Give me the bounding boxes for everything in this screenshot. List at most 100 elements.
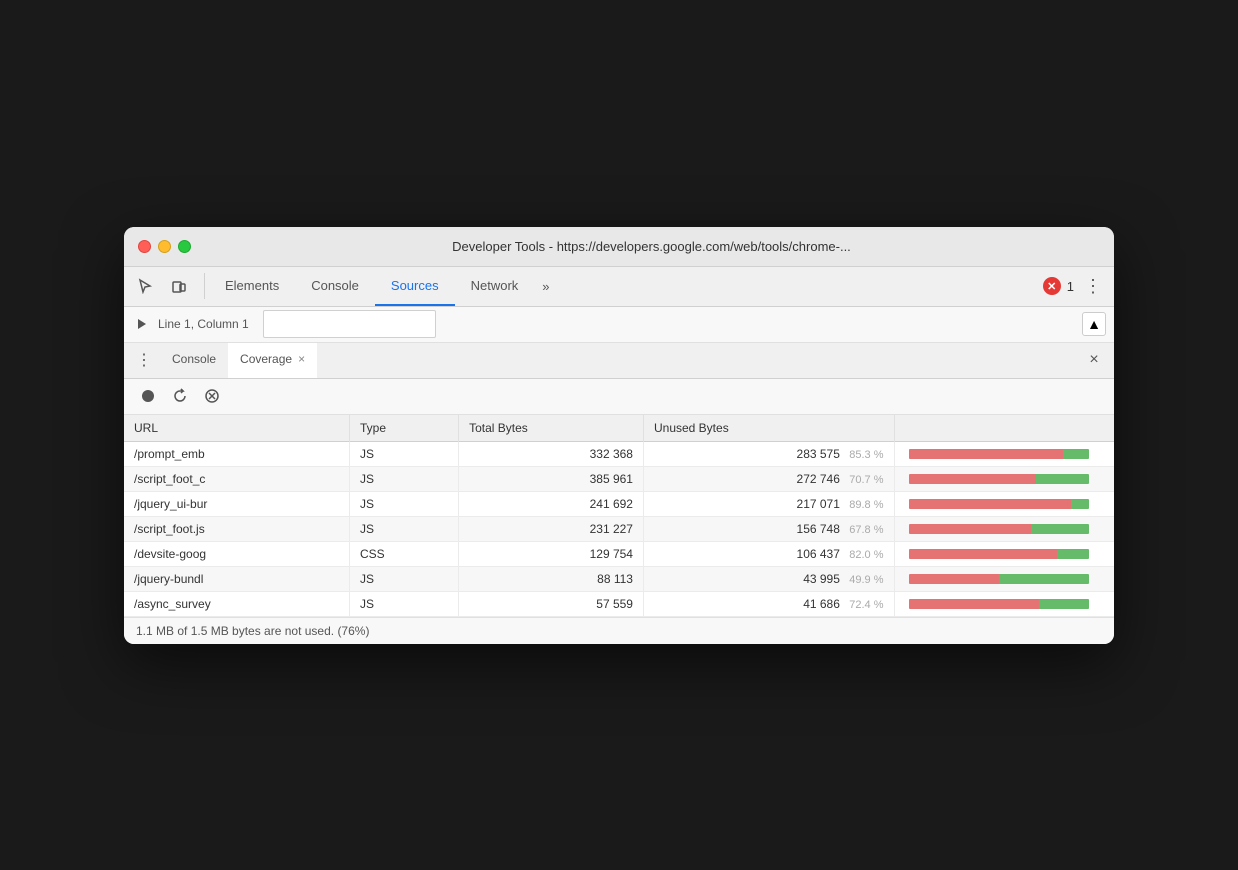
cell-pct: 72.4 % xyxy=(849,599,883,611)
inspect-icon[interactable] xyxy=(132,273,158,299)
cell-total: 57 559 xyxy=(459,591,644,616)
col-url: URL xyxy=(124,415,350,442)
table-row[interactable]: /jquery-bundl JS 88 113 43 995 49.9 % xyxy=(124,566,1114,591)
cell-bar xyxy=(894,441,1114,466)
drawer-tab-coverage[interactable]: Coverage × xyxy=(228,343,317,378)
usage-bar-container xyxy=(905,547,1105,561)
usage-bar xyxy=(909,574,1089,584)
device-toolbar-icon[interactable] xyxy=(166,273,192,299)
traffic-lights xyxy=(138,240,191,253)
tab-elements[interactable]: Elements xyxy=(209,267,295,306)
titlebar: Developer Tools - https://developers.goo… xyxy=(124,227,1114,267)
cell-pct: 85.3 % xyxy=(849,449,883,461)
toolbar-right: ✕ 1 ⋮ xyxy=(1043,276,1106,297)
cell-unused: 156 748 67.8 % xyxy=(643,516,894,541)
fullscreen-button[interactable] xyxy=(178,240,191,253)
table-row[interactable]: /script_foot.js JS 231 227 156 748 67.8 … xyxy=(124,516,1114,541)
cell-url: /jquery-bundl xyxy=(124,566,350,591)
usage-bar-container xyxy=(905,597,1105,611)
window-title: Developer Tools - https://developers.goo… xyxy=(203,239,1100,254)
cell-bar xyxy=(894,566,1114,591)
record-icon[interactable] xyxy=(136,384,160,408)
cell-pct: 49.9 % xyxy=(849,574,883,586)
drawer-menu-icon[interactable]: ⋮ xyxy=(132,348,156,372)
status-bar: 1.1 MB of 1.5 MB bytes are not used. (76… xyxy=(124,617,1114,644)
cell-total: 88 113 xyxy=(459,566,644,591)
devtools-menu-icon[interactable]: ⋮ xyxy=(1080,276,1106,297)
table-row[interactable]: /devsite-goog CSS 129 754 106 437 82.0 % xyxy=(124,541,1114,566)
used-bar-segment xyxy=(999,574,1089,584)
cell-type: JS xyxy=(350,591,459,616)
table-row[interactable]: /jquery_ui-bur JS 241 692 217 071 89.8 % xyxy=(124,491,1114,516)
tab-more[interactable]: » xyxy=(534,267,557,306)
used-bar-segment xyxy=(1039,599,1089,609)
cell-type: CSS xyxy=(350,541,459,566)
used-bar-segment xyxy=(1071,499,1089,509)
drawer-toolbar: ⋮ Console Coverage × × xyxy=(124,343,1114,379)
cell-type: JS xyxy=(350,466,459,491)
cell-bar xyxy=(894,466,1114,491)
cell-pct: 89.8 % xyxy=(849,499,883,511)
tab-network[interactable]: Network xyxy=(455,267,535,306)
unused-bar-segment xyxy=(909,474,1036,484)
coverage-tab-close-icon[interactable]: × xyxy=(298,353,305,365)
cell-bar xyxy=(894,491,1114,516)
cell-total: 385 961 xyxy=(459,466,644,491)
used-bar-segment xyxy=(1036,474,1089,484)
filter-input[interactable] xyxy=(263,310,436,338)
error-badge: ✕ xyxy=(1043,277,1061,295)
minimize-button[interactable] xyxy=(158,240,171,253)
cell-unused: 106 437 82.0 % xyxy=(643,541,894,566)
cell-url: /async_survey xyxy=(124,591,350,616)
cell-url: /jquery_ui-bur xyxy=(124,491,350,516)
table-row[interactable]: /script_foot_c JS 385 961 272 746 70.7 % xyxy=(124,466,1114,491)
coverage-table: URL Type Total Bytes Unused Bytes /promp… xyxy=(124,415,1114,617)
unused-bar-segment xyxy=(909,524,1031,534)
drawer-tabs: Console Coverage × xyxy=(160,343,317,378)
expand-drawer-icon[interactable]: ▲ xyxy=(1082,312,1106,336)
tab-console[interactable]: Console xyxy=(295,267,375,306)
drawer-close-icon[interactable]: × xyxy=(1082,348,1106,372)
devtools-toolbar: Elements Console Sources Network » ✕ 1 ⋮ xyxy=(124,267,1114,307)
main-tabs: Elements Console Sources Network » xyxy=(209,267,558,306)
cell-pct: 70.7 % xyxy=(849,474,883,486)
clear-icon[interactable] xyxy=(200,384,224,408)
usage-bar xyxy=(909,499,1089,509)
cell-bar xyxy=(894,591,1114,616)
used-bar-segment xyxy=(1031,524,1089,534)
cell-url: /devsite-goog xyxy=(124,541,350,566)
sources-toolbar-right: ▲ xyxy=(1082,312,1106,336)
col-bar xyxy=(894,415,1114,442)
used-bar-segment xyxy=(1063,449,1089,459)
table-row[interactable]: /prompt_emb JS 332 368 283 575 85.3 % xyxy=(124,441,1114,466)
unused-bar-segment xyxy=(909,574,999,584)
cell-total: 129 754 xyxy=(459,541,644,566)
status-text: 1.1 MB of 1.5 MB bytes are not used. (76… xyxy=(136,624,369,638)
table-row[interactable]: /async_survey JS 57 559 41 686 72.4 % xyxy=(124,591,1114,616)
breadcrumb: Line 1, Column 1 xyxy=(158,317,249,331)
unused-bar-segment xyxy=(909,449,1063,459)
close-button[interactable] xyxy=(138,240,151,253)
used-bar-segment xyxy=(1057,549,1089,559)
usage-bar xyxy=(909,549,1089,559)
reload-icon[interactable] xyxy=(168,384,192,408)
toolbar-icons xyxy=(132,273,205,299)
sources-toolbar-left: Line 1, Column 1 xyxy=(132,314,249,334)
usage-bar-container xyxy=(905,522,1105,536)
cell-unused: 41 686 72.4 % xyxy=(643,591,894,616)
cell-type: JS xyxy=(350,441,459,466)
col-type: Type xyxy=(350,415,459,442)
unused-bar-segment xyxy=(909,599,1039,609)
drawer-tab-console[interactable]: Console xyxy=(160,343,228,378)
cell-unused: 43 995 49.9 % xyxy=(643,566,894,591)
usage-bar xyxy=(909,449,1089,459)
tab-sources[interactable]: Sources xyxy=(375,267,455,306)
run-snippet-icon[interactable] xyxy=(132,314,152,334)
unused-bar-segment xyxy=(909,549,1057,559)
usage-bar-container xyxy=(905,472,1105,486)
cell-type: JS xyxy=(350,516,459,541)
usage-bar-container xyxy=(905,572,1105,586)
cell-total: 332 368 xyxy=(459,441,644,466)
cell-bar xyxy=(894,541,1114,566)
cell-type: JS xyxy=(350,491,459,516)
